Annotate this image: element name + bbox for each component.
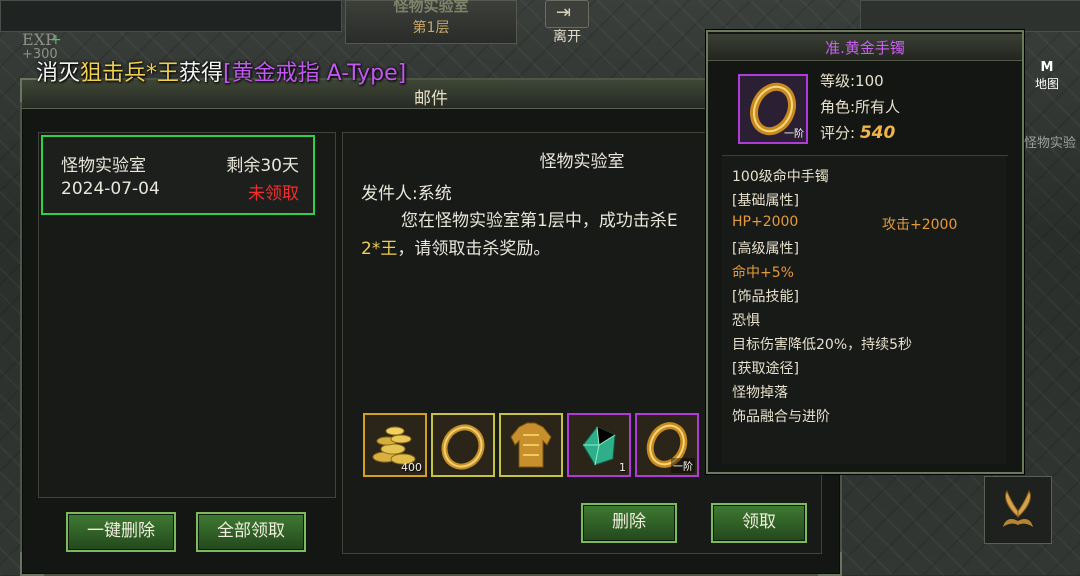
dungeon-floor: 第1层	[412, 20, 450, 36]
slot-rank: 一阶	[671, 458, 695, 473]
attachment-slot[interactable]: 400	[363, 413, 427, 477]
claim-button[interactable]: 领取	[711, 503, 807, 543]
mail-item-date: 2024-07-04	[61, 179, 160, 199]
tooltip-level: 等级:100	[820, 72, 884, 90]
tooltip-score: 评分: 540	[820, 122, 895, 143]
attachment-slot[interactable]	[499, 413, 563, 477]
mail-item-status: 未领取	[248, 184, 299, 204]
dungeon-title: 怪物实验室	[393, 0, 469, 15]
system-notice: 消灭狙击兵*王获得[黄金戒指 A-Type]	[36, 55, 406, 87]
leave-label: 离开	[553, 29, 581, 45]
attr-hp: HP+2000	[732, 214, 799, 230]
item-description: 100级命中手镯	[732, 169, 829, 185]
dungeon-info-box: 怪物实验室 第1层	[345, 0, 517, 44]
tooltip-role: 角色:所有人	[820, 98, 901, 116]
gold-ring-icon	[441, 424, 485, 470]
skill-name: 恐惧	[732, 313, 760, 329]
mail-body-highlight: 2*王	[361, 239, 398, 259]
mail-list-item[interactable]: 怪物实验室 剩余30天 2024-07-04 未领取	[41, 135, 315, 215]
notice-monster: 狙击兵*王	[80, 61, 180, 86]
background-structure	[860, 0, 1080, 32]
tooltip-attributes: 100级命中手镯 [基础属性] HP+2000 攻击+2000 [高级属性] 命…	[722, 156, 1006, 464]
mail-item-remaining: 剩余30天	[226, 156, 299, 176]
slot-quantity: 400	[401, 461, 422, 474]
background-structure	[0, 0, 342, 32]
side-location-label: 怪物实验	[1024, 136, 1077, 151]
exit-icon: ⇥	[556, 2, 572, 23]
basic-attributes-header: [基础属性]	[732, 193, 799, 209]
mail-body-rest: ，请领取击杀奖励。	[397, 239, 551, 259]
notice-middle: 获得	[179, 61, 224, 86]
attr-attack: 攻击+2000	[882, 217, 958, 233]
tooltip-item-slot: 一阶	[738, 74, 808, 144]
attachment-slot[interactable]: 1	[567, 413, 631, 477]
skill-description: 目标伤害降低20%，持续5秒	[732, 337, 913, 353]
mail-item-name: 怪物实验室	[61, 156, 146, 176]
tooltip-item-name: 准.黄金手镯	[825, 39, 905, 57]
source-drop: 怪物掉落	[732, 385, 788, 401]
wings-icon	[1003, 489, 1033, 527]
source-fusion: 饰品融合与进阶	[732, 409, 830, 425]
delete-button[interactable]: 删除	[581, 503, 677, 543]
attr-hit: 命中+5%	[732, 265, 794, 281]
source-header: [获取途径]	[732, 361, 799, 377]
item-tooltip: 准.黄金手镯 一阶 等级:100 角色:所有人 评分: 540 100级命中手镯…	[706, 30, 1024, 474]
map-key: M	[1040, 60, 1054, 75]
claim-all-button[interactable]: 全部领取	[196, 512, 306, 552]
frame-corner	[818, 552, 842, 576]
map-button[interactable]: M 地图	[1030, 60, 1064, 92]
exp-plus-icon: +	[50, 32, 62, 48]
notice-item: [黄金戒指 A-Type]	[223, 61, 407, 86]
attachment-slot[interactable]	[431, 413, 495, 477]
leave-button[interactable]: ⇥	[545, 0, 589, 28]
tooltip-title-bar: 准.黄金手镯	[708, 34, 1022, 61]
score-value: 540	[859, 123, 896, 143]
notice-prefix: 消灭	[36, 61, 81, 86]
advanced-attributes-header: [高级属性]	[732, 241, 799, 257]
skill-button[interactable]	[984, 476, 1052, 544]
score-label: 评分:	[820, 124, 856, 142]
attachment-slot[interactable]: 一阶	[635, 413, 699, 477]
mail-sender: 发件人:系统	[361, 184, 452, 204]
tooltip-item-rank: 一阶	[784, 129, 804, 140]
gold-armor-icon	[510, 422, 552, 468]
mail-list: 怪物实验室 剩余30天 2024-07-04 未领取	[38, 132, 336, 498]
map-label: 地图	[1034, 77, 1059, 91]
delete-all-button[interactable]: 一键删除	[66, 512, 176, 552]
slot-quantity: 1	[619, 461, 626, 474]
skill-header: [饰品技能]	[732, 289, 799, 305]
frame-corner	[20, 552, 44, 576]
